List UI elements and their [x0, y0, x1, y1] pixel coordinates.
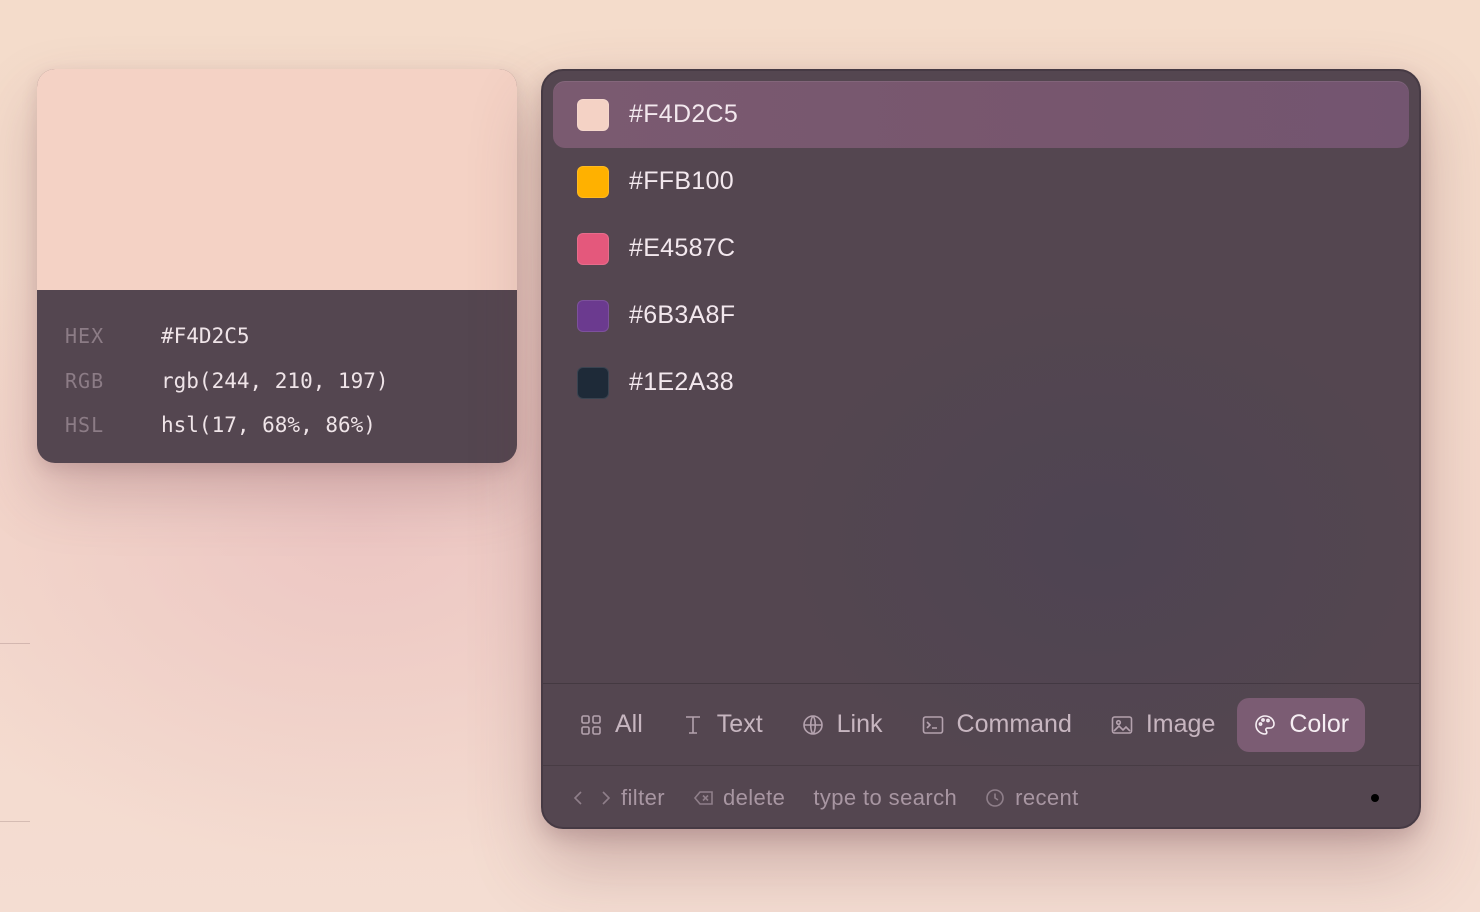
- hex-value[interactable]: #F4D2C5: [161, 324, 250, 348]
- clipboard-picker-window: #F4D2C5 #FFB100 #E4587C #6B3A8F #1E2A38 …: [541, 69, 1421, 829]
- list-item[interactable]: #E4587C: [553, 215, 1409, 282]
- keyboard-hints-bar: filter delete type to search recent: [543, 765, 1419, 827]
- edge-line: [0, 643, 30, 644]
- image-icon: [1111, 715, 1133, 734]
- filter-hint[interactable]: filter: [569, 785, 665, 811]
- tab-label: Command: [956, 710, 1072, 738]
- color-values: HEX #F4D2C5 RGB rgb(244, 210, 197) HSL h…: [37, 290, 517, 448]
- tab-link[interactable]: Link: [785, 698, 899, 752]
- list-item[interactable]: #6B3A8F: [553, 282, 1409, 349]
- color-swatch: [577, 232, 609, 265]
- color-swatch: [577, 165, 609, 198]
- tab-label: All: [615, 710, 643, 738]
- filter-label: filter: [621, 784, 665, 810]
- tab-label: Color: [1289, 710, 1350, 738]
- tab-image[interactable]: Image: [1094, 698, 1231, 752]
- color-label: #6B3A8F: [629, 301, 736, 329]
- clock-icon: [986, 788, 1004, 807]
- color-swatch: [577, 98, 609, 131]
- tab-color[interactable]: Color: [1237, 697, 1366, 752]
- color-label: #FFB100: [629, 167, 734, 195]
- recent-label: recent: [1015, 784, 1079, 810]
- search-label: type to search: [813, 784, 958, 810]
- color-label: #F4D2C5: [629, 100, 739, 128]
- hsl-row: HSL hsl(17, 68%, 86%): [65, 403, 517, 448]
- palette-icon: [1255, 714, 1276, 735]
- list-item[interactable]: #1E2A38: [553, 349, 1409, 416]
- color-preview-swatch: [37, 69, 517, 290]
- rgb-row: RGB rgb(244, 210, 197): [65, 359, 517, 404]
- color-label: #1E2A38: [629, 368, 734, 396]
- text-cursor-icon: [685, 715, 700, 734]
- hsl-value[interactable]: hsl(17, 68%, 86%): [161, 413, 376, 437]
- delete-hint[interactable]: delete: [693, 785, 785, 811]
- delete-label: delete: [722, 784, 786, 810]
- globe-icon: [802, 714, 823, 735]
- tab-command[interactable]: Command: [905, 698, 1088, 752]
- grid-icon: [581, 714, 601, 735]
- chevron-left-icon: [573, 790, 582, 805]
- tab-label: Text: [716, 710, 763, 738]
- list-item[interactable]: #F4D2C5: [553, 81, 1409, 148]
- hsl-key: HSL: [65, 413, 105, 438]
- color-preview-card: HEX #F4D2C5 RGB rgb(244, 210, 197) HSL h…: [37, 69, 517, 463]
- color-swatch: [577, 366, 609, 399]
- tab-all[interactable]: All: [563, 698, 659, 752]
- color-label: #E4587C: [629, 234, 736, 262]
- settings-icon[interactable]: [1363, 786, 1387, 810]
- rgb-key: RGB: [65, 368, 105, 393]
- list-item[interactable]: #FFB100: [553, 148, 1409, 215]
- color-swatch: [577, 299, 609, 332]
- hex-key: HEX: [65, 324, 105, 349]
- search-hint: type to search: [813, 785, 957, 811]
- tab-text[interactable]: Text: [665, 698, 779, 752]
- color-list: #F4D2C5 #FFB100 #E4587C #6B3A8F #1E2A38: [553, 81, 1409, 416]
- chevron-right-icon: [602, 790, 611, 805]
- tab-label: Image: [1145, 710, 1216, 738]
- terminal-icon: [922, 715, 943, 734]
- rgb-value[interactable]: rgb(244, 210, 197): [161, 369, 389, 393]
- recent-hint[interactable]: recent: [985, 785, 1079, 811]
- hex-row: HEX #F4D2C5: [65, 314, 517, 359]
- backspace-icon: [693, 790, 713, 805]
- edge-line: [0, 821, 30, 822]
- tab-label: Link: [836, 710, 883, 738]
- category-tabs: All Text Link Command Image Color: [543, 683, 1419, 765]
